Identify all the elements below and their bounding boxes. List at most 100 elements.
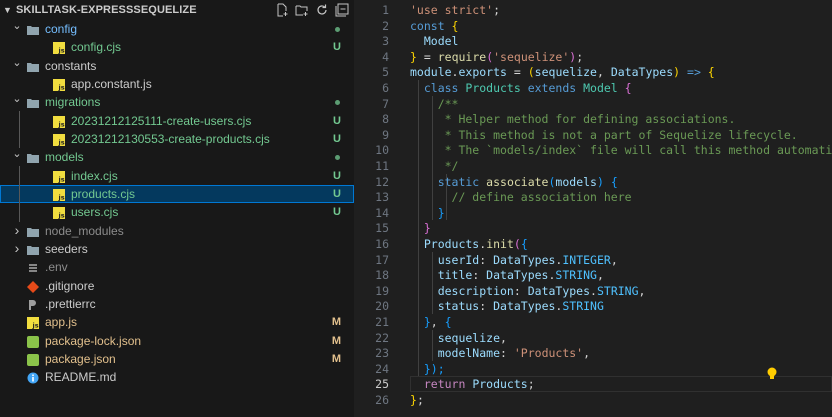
tree-file-item[interactable]: js users.cjs U — [0, 203, 354, 221]
code-line[interactable]: 16 Products.init({ — [354, 236, 832, 252]
refresh-icon[interactable] — [315, 3, 329, 17]
tree-folder-config[interactable]: ⌄ config — [0, 20, 354, 38]
code-editor[interactable]: 1 'use strict'; 2 const {3 Model 4} = requir… — [354, 0, 832, 417]
tree-file-item[interactable]: .prettierrc — [0, 295, 354, 313]
env-file-icon — [27, 261, 39, 273]
tree-folder-constants[interactable]: ⌄ constants — [0, 57, 354, 75]
code-line[interactable]: 17 userId: DataTypes.INTEGER, — [354, 252, 832, 268]
code-line[interactable]: 18 title: DataTypes.STRING, — [354, 267, 832, 283]
code-line[interactable]: 6 class Products extends Model { — [354, 80, 832, 96]
tree-item-label: node_modules — [45, 224, 124, 238]
tree-file-item[interactable]: js config.cjs U — [0, 38, 354, 56]
code-line[interactable]: 8 * Helper method for defining associati… — [354, 111, 832, 127]
git-status-badge: U — [333, 115, 341, 127]
code-line[interactable]: 7 /** — [354, 96, 832, 112]
info-icon — [27, 371, 39, 384]
code-line[interactable]: 4} = require('sequelize'); — [354, 49, 832, 65]
tree-file-item[interactable]: package.json M — [0, 350, 354, 368]
chevron-down-icon[interactable]: ⌄ — [12, 90, 22, 108]
line-number: 1 — [382, 3, 389, 17]
code-line[interactable]: 3 Model — [354, 33, 832, 49]
tree-item-label: app.constant.js — [71, 77, 152, 91]
tree-folder-seeders[interactable]: › seeders — [0, 240, 354, 258]
code-line[interactable]: 24 }); — [354, 361, 832, 377]
line-number: 16 — [375, 237, 389, 251]
tree-file-item[interactable]: js app.js M — [0, 313, 354, 331]
tree-folder-models[interactable]: ⌄ models — [0, 148, 354, 166]
code-line[interactable]: 21 }, { — [354, 314, 832, 330]
code-line[interactable]: 10 * The `models/index` file will call t… — [354, 142, 832, 158]
tree-file-item[interactable]: README.md — [0, 368, 354, 386]
line-number: 19 — [375, 283, 389, 298]
lightbulb-icon[interactable] — [766, 367, 778, 381]
line-number: 6 — [382, 81, 389, 95]
line-number: 11 — [375, 159, 389, 173]
folder-icon — [27, 96, 39, 108]
code-line[interactable]: 15 } — [354, 220, 832, 236]
js-file-icon: js — [53, 188, 65, 202]
code-text: 'use strict'; — [410, 3, 501, 17]
workspace-title[interactable]: SKILLTASK-EXPRESSSEQUELIZE — [16, 0, 197, 20]
line-number: 26 — [375, 393, 389, 407]
code-text: }); — [410, 361, 445, 376]
tree-file-item[interactable]: js products.cjs U — [0, 185, 354, 203]
tree-file-item[interactable]: js index.cjs U — [0, 167, 354, 185]
code-line[interactable]: 20 status: DataTypes.STRING — [354, 298, 832, 314]
line-number: 13 — [375, 190, 389, 205]
chevron-down-icon[interactable]: ⌄ — [12, 145, 22, 163]
folder-icon — [27, 151, 39, 163]
chevron-down-icon[interactable]: ▼ — [3, 0, 12, 20]
tree-file-item[interactable]: js 20231212130553-create-products.cjs U — [0, 130, 354, 148]
code-line[interactable]: 2 const { — [354, 18, 832, 34]
chevron-down-icon[interactable]: ⌄ — [12, 54, 22, 72]
new-folder-icon[interactable] — [295, 3, 309, 17]
code-line[interactable]: 26}; — [354, 392, 832, 408]
js-file-icon: js — [53, 206, 65, 220]
line-number: 24 — [375, 361, 389, 376]
line-number: 10 — [375, 143, 389, 158]
chevron-right-icon[interactable]: › — [12, 239, 22, 257]
tree-folder-migrations[interactable]: ⌄ migrations — [0, 93, 354, 111]
code-line[interactable]: 23 modelName: 'Products', — [354, 345, 832, 361]
code-text: status: DataTypes.STRING — [410, 299, 604, 314]
prettier-icon — [27, 298, 39, 310]
code-line[interactable]: 13 // define association here — [354, 189, 832, 205]
code-line[interactable]: 14 } — [354, 205, 832, 221]
tree-file-item[interactable]: .env — [0, 258, 354, 276]
line-number: 7 — [382, 96, 389, 111]
code-line[interactable]: 19 description: DataTypes.STRING, — [354, 283, 832, 299]
code-line[interactable]: 12 static associate(models) { — [354, 174, 832, 190]
code-text: title: DataTypes.STRING, — [410, 268, 604, 283]
tree-item-label: products.cjs — [71, 187, 136, 201]
git-status-badge: U — [333, 188, 341, 200]
chevron-right-icon[interactable]: › — [12, 221, 22, 239]
tree-item-label: .prettierrc — [45, 297, 96, 311]
tree-folder-node-modules[interactable]: › node_modules — [0, 222, 354, 240]
code-line[interactable]: 5 module.exports = (sequelize, DataTypes)… — [354, 64, 832, 80]
tree-file-item[interactable]: package-lock.json M — [0, 332, 354, 350]
new-file-icon[interactable] — [275, 3, 289, 17]
tree-item-label: constants — [45, 59, 97, 73]
code-line[interactable]: 11 */ — [354, 158, 832, 174]
tree-item-label: package-lock.json — [45, 334, 142, 348]
tree-file-item[interactable]: js 20231212125111-create-users.cjs U — [0, 112, 354, 130]
code-line[interactable]: 25 return Products; — [354, 376, 832, 392]
code-text: }, { — [410, 315, 452, 329]
tree-item-label: config — [45, 22, 78, 36]
collapse-all-icon[interactable] — [335, 3, 349, 17]
code-line[interactable]: 9 * This method is not a part of Sequeli… — [354, 127, 832, 143]
line-number: 8 — [382, 112, 389, 127]
tree-file-item[interactable]: js app.constant.js — [0, 75, 354, 93]
explorer-panel: ▼ SKILLTASK-EXPRESSSEQUELIZE ⌄ config js co… — [0, 0, 354, 417]
line-number: 15 — [375, 221, 389, 236]
code-text: /** — [410, 96, 459, 111]
svg-text:js: js — [58, 194, 65, 202]
chevron-down-icon[interactable]: ⌄ — [12, 17, 22, 35]
tree-item-label: index.cjs — [71, 169, 118, 183]
line-number: 2 — [382, 18, 389, 33]
line-number: 21 — [375, 315, 389, 329]
folder-icon — [27, 23, 39, 35]
code-line[interactable]: 1 'use strict'; — [354, 2, 832, 18]
code-line[interactable]: 22 sequelize, — [354, 330, 832, 346]
tree-file-item[interactable]: .gitignore — [0, 277, 354, 295]
